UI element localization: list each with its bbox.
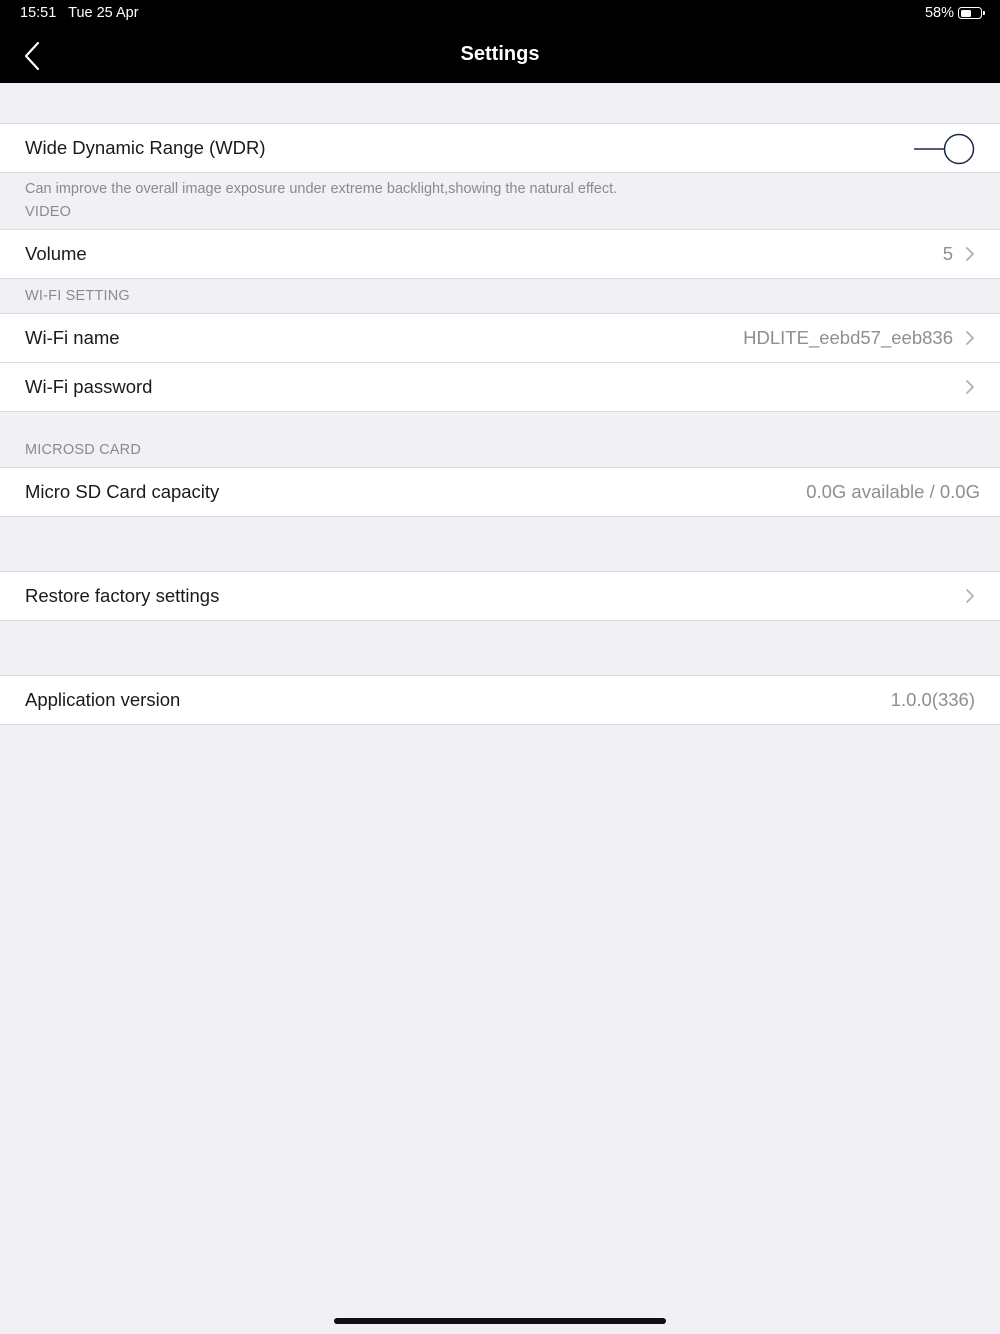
app-version-row: Application version 1.0.0(336): [0, 675, 1000, 725]
wdr-row: Wide Dynamic Range (WDR): [0, 123, 1000, 173]
battery-tip: [983, 11, 985, 15]
sd-capacity-label: Micro SD Card capacity: [25, 481, 220, 502]
navigation-bar: 15:51 Tue 25 Apr 58% Settings: [0, 0, 1000, 83]
section-header-microsd: MICROSD CARD: [25, 442, 141, 458]
wdr-description: Can improve the overall image exposure u…: [25, 181, 618, 197]
wifi-password-row[interactable]: Wi-Fi password: [0, 362, 1000, 412]
section-header-video: VIDEO: [25, 204, 72, 220]
wdr-label: Wide Dynamic Range (WDR): [25, 137, 266, 158]
status-time: 15:51 Tue 25 Apr: [20, 5, 139, 21]
volume-row[interactable]: Volume 5: [0, 229, 1000, 279]
chevron-right-icon: [966, 247, 974, 261]
restore-factory-label: Restore factory settings: [25, 585, 220, 606]
chevron-right-icon: [966, 331, 974, 345]
app-version-value: 1.0.0(336): [890, 689, 975, 710]
volume-label: Volume: [25, 243, 87, 264]
chevron-right-icon: [966, 380, 974, 394]
battery-icon: [958, 7, 985, 19]
battery-percent: 58%: [924, 5, 954, 21]
sd-capacity-value: 0.0G available / 0.0G: [806, 481, 980, 502]
section-header-wifi: WI-FI SETTING: [25, 288, 130, 304]
toggle-switch-icon: [914, 133, 975, 165]
wdr-toggle[interactable]: [912, 133, 976, 165]
wifi-name-label: Wi-Fi name: [25, 327, 120, 348]
status-battery: 58%: [924, 5, 985, 21]
wifi-name-row[interactable]: Wi-Fi name HDLITE_eebd57_eeb836: [0, 313, 1000, 362]
volume-value: 5: [942, 243, 953, 264]
page-title: Settings: [460, 43, 540, 65]
wifi-name-value: HDLITE_eebd57_eeb836: [743, 327, 953, 348]
app-version-label: Application version: [25, 689, 181, 710]
battery-level: [960, 9, 971, 17]
wifi-password-label: Wi-Fi password: [25, 376, 153, 397]
sd-capacity-row: Micro SD Card capacity 0.0G available / …: [0, 467, 1000, 517]
home-indicator: [334, 1318, 666, 1324]
chevron-right-icon: [966, 589, 974, 603]
status-clock: 15:51: [20, 5, 57, 21]
restore-factory-row[interactable]: Restore factory settings: [0, 571, 1000, 621]
status-date: Tue 25 Apr: [68, 5, 139, 21]
